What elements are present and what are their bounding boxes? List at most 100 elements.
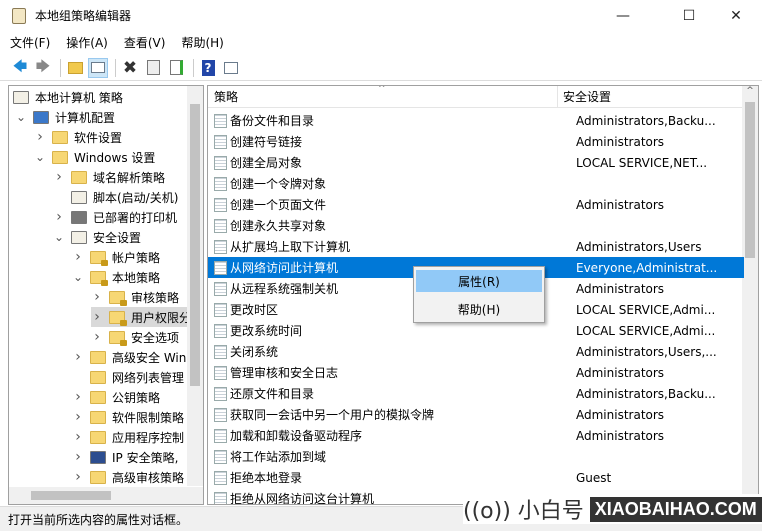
chevron-right-icon[interactable]: › — [72, 449, 84, 465]
tree-item[interactable]: ⌄ 计算机配置 — [15, 107, 115, 127]
policy-icon — [214, 386, 227, 401]
menu-help[interactable]: 帮助(H) — [181, 34, 223, 51]
back-icon[interactable]: 🡄 — [10, 58, 30, 78]
policy-row[interactable]: 将工作站添加到域 — [208, 446, 744, 467]
tree-item[interactable]: › 用户权限分 — [91, 307, 192, 327]
policy-name: 管理审核和安全日志 — [230, 366, 339, 380]
menu-action[interactable]: 操作(A) — [66, 34, 108, 51]
policy-icon — [214, 302, 227, 317]
policy-row[interactable]: 拒绝本地登录 Guest — [208, 467, 744, 488]
policy-icon — [214, 281, 227, 296]
tree-item[interactable]: › 高级安全 Win — [72, 347, 186, 367]
sort-ascending-icon: ^ — [378, 85, 386, 94]
policy-row[interactable]: 管理审核和安全日志 Administrators — [208, 362, 744, 383]
tree-item[interactable]: 脚本(启动/关机) — [53, 187, 178, 207]
chevron-right-icon[interactable]: › — [72, 429, 84, 445]
policy-row[interactable]: 获取同一会话中另一个用户的模拟令牌 Administrators — [208, 404, 744, 425]
policy-row[interactable]: 创建全局对象 LOCAL SERVICE,NET... — [208, 152, 744, 173]
tree-item[interactable]: › 软件限制策略 — [72, 407, 184, 427]
column-header-setting[interactable]: 安全设置 — [558, 88, 611, 105]
tree-item[interactable]: › 审核策略 — [91, 287, 179, 307]
policy-setting: LOCAL SERVICE,NET... — [576, 155, 708, 170]
policy-row[interactable]: 从扩展坞上取下计算机 Administrators,Users — [208, 236, 744, 257]
chevron-right-icon[interactable]: › — [72, 249, 84, 265]
policy-row[interactable]: 创建一个令牌对象 — [208, 173, 744, 194]
tree-item[interactable]: 网络列表管理 — [72, 367, 184, 387]
policy-setting: Administrators,Backu... — [576, 113, 716, 128]
folder-icon — [90, 470, 106, 484]
window-title: 本地组策略编辑器 — [35, 9, 132, 23]
export-list-icon[interactable] — [166, 58, 186, 78]
tree-item[interactable]: ⌄ Windows 设置 — [34, 147, 155, 167]
policy-icon — [214, 113, 227, 128]
policy-row[interactable]: 创建一个页面文件 Administrators — [208, 194, 744, 215]
policy-row[interactable]: 关闭系统 Administrators,Users,... — [208, 341, 744, 362]
maximize-button[interactable]: ☐ — [666, 0, 712, 31]
chevron-right-icon[interactable]: › — [53, 169, 65, 185]
policy-icon — [214, 344, 227, 359]
chevron-right-icon[interactable]: › — [91, 329, 103, 345]
tree-item-label: 公钥策略 — [112, 390, 161, 405]
close-button[interactable]: ✕ — [713, 0, 759, 31]
properties-icon[interactable] — [143, 58, 163, 78]
policy-row[interactable]: 备份文件和目录 Administrators,Backu... — [208, 110, 744, 131]
scrollbar-thumb[interactable] — [745, 102, 755, 258]
tree-vertical-scrollbar[interactable] — [187, 86, 203, 486]
policy-icon — [214, 155, 227, 170]
help-icon[interactable]: ? — [198, 58, 218, 78]
folder-icon — [52, 150, 68, 164]
chevron-down-icon[interactable]: ⌄ — [53, 230, 65, 244]
chevron-down-icon[interactable]: ⌄ — [72, 270, 84, 284]
tree-item[interactable]: › 域名解析策略 — [53, 167, 165, 187]
chevron-right-icon[interactable]: › — [34, 129, 46, 145]
tree-item[interactable]: 本地计算机 策略 — [13, 87, 123, 107]
forward-icon[interactable]: 🡆 — [33, 58, 53, 78]
minimize-button[interactable]: — — [600, 0, 646, 31]
tree-item[interactable]: › 应用程序控制 — [72, 427, 184, 447]
delete-icon[interactable]: ✖ — [120, 58, 140, 78]
menu-file[interactable]: 文件(F) — [10, 34, 50, 51]
tree-item[interactable]: › IP 安全策略, — [72, 447, 178, 467]
context-menu-properties[interactable]: 属性(R) — [416, 270, 542, 292]
policy-row[interactable]: 更改系统时间 LOCAL SERVICE,Admi... — [208, 320, 744, 341]
tree-item[interactable]: ⌄ 安全设置 — [53, 227, 141, 247]
chevron-right-icon[interactable]: › — [53, 209, 65, 225]
chevron-right-icon[interactable]: › — [72, 349, 84, 365]
scroll-up-icon[interactable]: ^ — [742, 86, 758, 96]
tree-item-label: IP 安全策略, — [112, 450, 179, 465]
context-menu-help[interactable]: 帮助(H) — [416, 298, 542, 320]
show-hide-tree-icon[interactable] — [88, 57, 108, 78]
tree-item-label: 高级审核策略 — [112, 470, 185, 485]
chevron-right-icon[interactable]: › — [72, 469, 84, 485]
folder-icon — [90, 370, 106, 384]
menu-view[interactable]: 查看(V) — [124, 34, 166, 51]
policy-icon — [214, 134, 227, 149]
up-folder-icon[interactable] — [65, 58, 85, 78]
scrollbar-thumb[interactable] — [190, 104, 200, 386]
chevron-right-icon[interactable]: › — [72, 389, 84, 405]
chevron-right-icon[interactable]: › — [91, 289, 103, 305]
policy-row[interactable]: 创建永久共享对象 — [208, 215, 744, 236]
list-vertical-scrollbar[interactable]: ^ — [742, 86, 758, 504]
chevron-down-icon[interactable]: ⌄ — [34, 150, 46, 164]
show-hide-action-pane-icon[interactable] — [221, 58, 241, 78]
tree-item[interactable]: › 软件设置 — [34, 127, 122, 147]
policy-row[interactable]: 加载和卸载设备驱动程序 Administrators — [208, 425, 744, 446]
folder-icon — [52, 130, 68, 144]
tree-item[interactable]: › 已部署的打印机 — [53, 207, 177, 227]
tree-item[interactable]: › 安全选项 — [91, 327, 179, 347]
tree-item[interactable]: › 公钥策略 — [72, 387, 160, 407]
lockfolder-icon — [109, 330, 127, 346]
policy-row[interactable]: 还原文件和目录 Administrators,Backu... — [208, 383, 744, 404]
tree-item[interactable]: › 帐户策略 — [72, 247, 160, 267]
chevron-down-icon[interactable]: ⌄ — [15, 110, 27, 124]
policy-icon — [214, 428, 227, 443]
chevron-right-icon[interactable]: › — [91, 309, 103, 325]
tree-item[interactable]: › 高级审核策略 — [72, 467, 184, 487]
tree-item[interactable]: ⌄ 本地策略 — [72, 267, 160, 287]
tree-horizontal-scrollbar[interactable] — [9, 487, 203, 504]
scrollbar-thumb[interactable] — [31, 491, 111, 500]
chevron-right-icon[interactable]: › — [72, 409, 84, 425]
policy-icon — [13, 90, 29, 104]
policy-row[interactable]: 创建符号链接 Administrators — [208, 131, 744, 152]
